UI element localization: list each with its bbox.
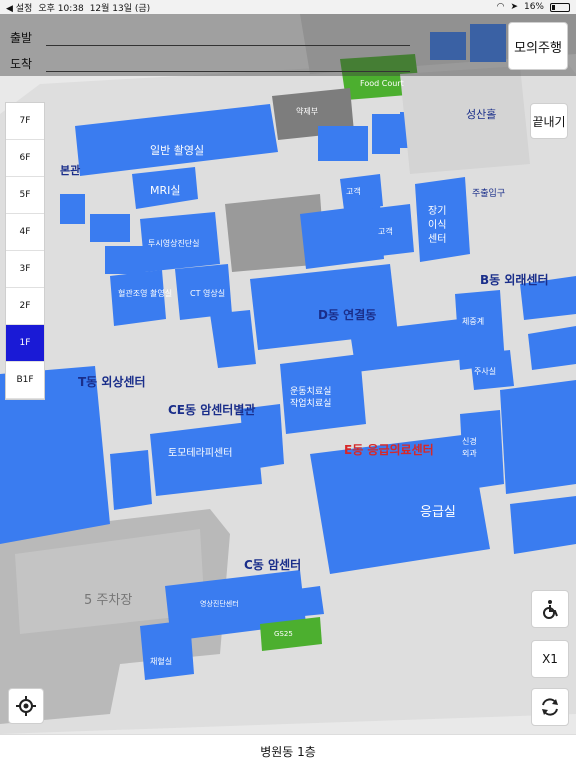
label-general-radiology: 일반 촬영실: [150, 143, 204, 157]
floor-selector: 7F 6F 5F 4F 3F 2F 1F B1F: [5, 102, 45, 400]
seongsan-hall: [400, 66, 530, 174]
battery-icon: [550, 2, 570, 12]
label-ct: CT 영상실: [190, 288, 225, 298]
label-organ-transplant-2: 이식: [428, 219, 446, 231]
label-angiography: 투시영상진단실: [148, 238, 200, 248]
label-blood-draw: 채혈실: [150, 656, 172, 666]
back-to-settings[interactable]: ◀ 설정: [6, 1, 32, 14]
label-gs25: GS25: [274, 630, 293, 638]
label-main-entrance: 주출입구: [472, 187, 505, 199]
label-organ-transplant: 장기: [428, 205, 446, 217]
left-room2: [90, 214, 130, 242]
label-mri: MRI실: [150, 184, 181, 197]
footer-bar: 병원동 1층: [0, 734, 576, 768]
status-time: 오후 10:38: [38, 3, 84, 14]
label-main-building: 본관: [60, 163, 80, 177]
location-icon: ➤: [510, 2, 518, 12]
label-e-emergency: E동 응급의료센터: [344, 442, 434, 457]
wifi-icon: ◠: [496, 2, 505, 12]
floor-3f[interactable]: 3F: [6, 251, 44, 288]
left-room1: [60, 194, 85, 224]
label-b-outpatient: B동 외래센터: [480, 272, 549, 287]
label-tomotherapy: 토모테라피센터: [168, 447, 232, 459]
start-field[interactable]: [46, 34, 410, 46]
label-food-court: Food Court: [360, 79, 404, 88]
label-neurosurgery: 신경: [462, 436, 477, 446]
label-exercise-therapy: 운동치료실: [290, 385, 331, 397]
room-a: [318, 126, 368, 161]
ce-left: [110, 450, 152, 510]
label-diagnosis: 영상진단센터: [200, 599, 239, 608]
floor-b1f[interactable]: B1F: [6, 362, 44, 399]
refresh-icon: [542, 698, 558, 716]
location-target-icon: [16, 696, 36, 716]
start-row[interactable]: 출발: [10, 24, 410, 46]
label-neurosurgery-2: 외과: [462, 448, 477, 458]
zoom-level-button[interactable]: X1: [531, 640, 569, 678]
refresh-button[interactable]: [531, 688, 569, 726]
label-emergency-room: 응급실: [420, 505, 456, 520]
end-row[interactable]: 도착: [10, 50, 410, 72]
blood-draw-room: [140, 620, 194, 680]
floor-2f[interactable]: 2F: [6, 288, 44, 325]
floor-1f[interactable]: 1F: [6, 325, 44, 362]
start-label: 출발: [10, 31, 33, 45]
label-ce-annex: CE동 암센터별관: [168, 402, 255, 417]
floor-6f[interactable]: 6F: [6, 140, 44, 177]
battery-percent: 16%: [523, 2, 544, 12]
my-location-button[interactable]: [8, 688, 44, 724]
wheelchair-icon: [543, 600, 558, 619]
map-canvas[interactable]: 본관 일반 촬영실 약제부 MRI실 투시영상진단실 혈관조영 촬영실 CT 영…: [0, 14, 576, 734]
label-t-trauma: T동 외상센터: [78, 374, 146, 389]
room-b: [372, 114, 400, 154]
current-floor-title: 병원동 1층: [260, 745, 316, 759]
label-c-cancer: C동 암센터: [244, 557, 301, 572]
indoor-map[interactable]: 본관 일반 촬영실 약제부 MRI실 투시영상진단실 혈관조영 촬영실 CT 영…: [0, 14, 576, 734]
label-organ-transplant-3: 센터: [428, 233, 446, 245]
vascular-room: [110, 270, 166, 326]
label-d-connection: D동 연결동: [318, 307, 376, 322]
exit-button[interactable]: 끝내기: [530, 103, 568, 139]
status-date: 12월 13일 (금): [89, 3, 151, 14]
label-customer-support-2: 고객: [378, 226, 393, 236]
label-parking5: 5 주차장: [84, 593, 132, 608]
floor-5f[interactable]: 5F: [6, 177, 44, 214]
simulate-button[interactable]: 모의주행: [508, 22, 568, 70]
label-injection: 주사실: [474, 366, 496, 376]
left-room3: [105, 246, 145, 274]
b-right-block: [500, 380, 576, 494]
label-vascular: 혈관조영 촬영실: [118, 288, 172, 298]
floor-4f[interactable]: 4F: [6, 214, 44, 251]
label-customer-support-1: 고객: [346, 186, 361, 196]
label-exercise-therapy-2: 작업치료실: [290, 397, 331, 409]
end-label: 도착: [10, 57, 33, 71]
ct-corridor: [210, 310, 256, 368]
label-seongsan-hall: 성산홀: [466, 108, 496, 121]
status-bar: ◀ 설정 오후 10:38 12월 13일 (금) ◠ ➤ 16%: [0, 0, 576, 14]
label-pharmacy: 약제부: [296, 106, 318, 116]
end-field[interactable]: [46, 60, 410, 72]
route-panel: 출발 도착: [0, 14, 576, 76]
floor-7f[interactable]: 7F: [6, 103, 44, 140]
accessibility-button[interactable]: [531, 590, 569, 628]
label-body-measure: 체중계: [462, 316, 484, 326]
blood-draw-right: [510, 496, 576, 554]
